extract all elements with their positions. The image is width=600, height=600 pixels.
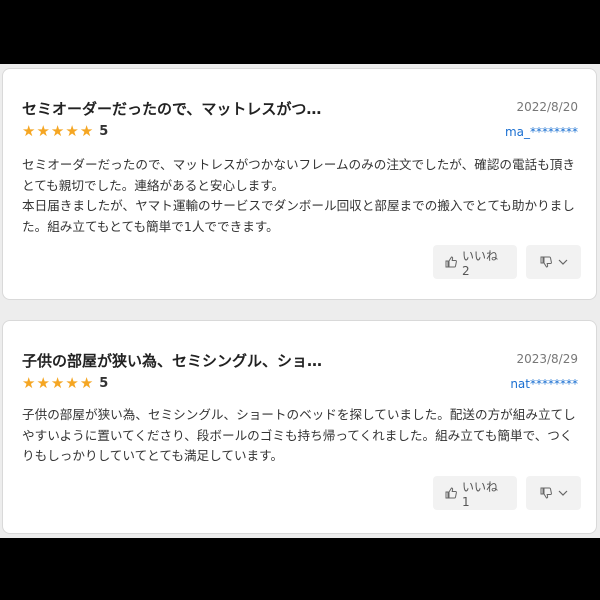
star-icon: ★ — [79, 122, 94, 140]
review-card: 子供の部屋が狭い為、セミシングル、ショ… 2023/8/29 ★ ★ ★ ★ ★… — [2, 320, 597, 534]
star-icon: ★ — [22, 374, 36, 392]
like-button[interactable]: いいね 2 — [433, 245, 517, 279]
chevron-down-icon — [558, 259, 568, 265]
star-rating: ★ ★ ★ ★ ★ 5 — [22, 375, 108, 391]
review-date: 2022/8/20 — [516, 100, 578, 114]
reviewer-name[interactable]: ma_******** — [505, 125, 578, 139]
star-rating: ★ ★ ★ ★ ★ 5 — [22, 123, 108, 139]
reviewer-name[interactable]: nat******** — [510, 377, 578, 391]
review-date: 2023/8/29 — [516, 352, 578, 366]
star-icon: ★ — [36, 374, 50, 392]
review-title[interactable]: セミオーダーだったので、マットレスがつ… — [22, 98, 321, 119]
star-icon: ★ — [65, 374, 79, 392]
star-icon: ★ — [50, 374, 65, 392]
star-icon: ★ — [36, 122, 50, 140]
dislike-menu-button[interactable] — [526, 245, 581, 279]
thumbs-down-icon — [540, 256, 552, 268]
rating-value: 5 — [99, 375, 109, 391]
thumbs-up-icon — [445, 256, 457, 268]
review-body: セミオーダーだったので、マットレスがつかないフレームのみの注文でしたが、確認の電… — [22, 157, 575, 234]
review-card: セミオーダーだったので、マットレスがつ… 2022/8/20 ★ ★ ★ ★ ★… — [2, 68, 597, 300]
review-body: 子供の部屋が狭い為、セミシングル、ショートのベッドを探していました。配送の方が組… — [22, 407, 576, 463]
review-list: セミオーダーだったので、マットレスがつ… 2022/8/20 ★ ★ ★ ★ ★… — [0, 64, 600, 538]
star-icon: ★ — [65, 122, 79, 140]
chevron-down-icon — [558, 490, 568, 496]
thumbs-down-icon — [540, 487, 552, 499]
thumbs-up-icon — [445, 487, 457, 499]
star-icon: ★ — [22, 122, 36, 140]
dislike-menu-button[interactable] — [526, 476, 581, 510]
review-title[interactable]: 子供の部屋が狭い為、セミシングル、ショ… — [22, 350, 322, 371]
star-icon: ★ — [50, 122, 65, 140]
like-label: いいね 2 — [462, 248, 499, 278]
like-button[interactable]: いいね 1 — [433, 476, 517, 510]
rating-value: 5 — [99, 123, 109, 139]
star-icon: ★ — [79, 374, 94, 392]
like-label: いいね 1 — [462, 479, 499, 509]
